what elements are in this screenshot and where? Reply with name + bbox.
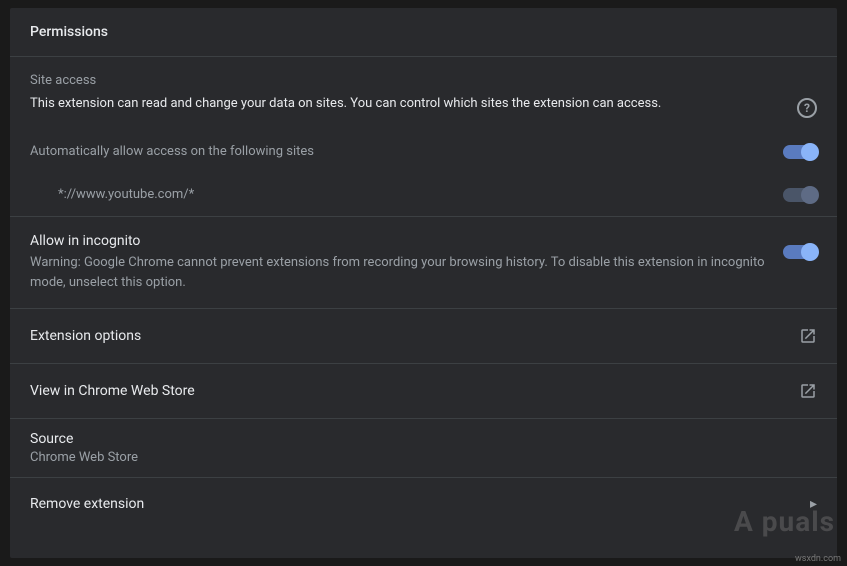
- site-access-description: This extension can read and change your …: [30, 94, 785, 114]
- help-icon[interactable]: ?: [797, 98, 817, 118]
- site-access-title: Site access: [30, 73, 817, 88]
- source-section: Source Chrome Web Store: [10, 419, 837, 477]
- remove-extension-row[interactable]: Remove extension ▸: [10, 478, 837, 530]
- permissions-title: Permissions: [30, 24, 108, 40]
- site-access-section: Site access This extension can read and …: [10, 57, 837, 130]
- site-pattern-toggle[interactable]: [783, 188, 817, 202]
- auto-allow-label: Automatically allow access on the follow…: [30, 144, 771, 159]
- site-pattern-label: *://www.youtube.com/*: [58, 187, 771, 202]
- permissions-header: Permissions: [10, 8, 837, 57]
- incognito-title: Allow in incognito: [30, 233, 767, 249]
- source-value: Chrome Web Store: [30, 450, 817, 465]
- auto-allow-toggle[interactable]: [783, 145, 817, 159]
- outer-frame: Permissions Site access This extension c…: [0, 0, 847, 566]
- remove-extension-label: Remove extension: [30, 496, 144, 512]
- open-external-icon: [799, 382, 817, 400]
- site-access-desc-row: This extension can read and change your …: [30, 94, 817, 118]
- extension-options-label: Extension options: [30, 328, 141, 344]
- incognito-text: Allow in incognito Warning: Google Chrom…: [30, 233, 767, 292]
- web-store-row[interactable]: View in Chrome Web Store: [10, 364, 837, 418]
- incognito-toggle[interactable]: [783, 245, 817, 259]
- chevron-right-icon: ▸: [810, 496, 817, 512]
- source-label: Source: [30, 431, 817, 447]
- auto-allow-row: Automatically allow access on the follow…: [10, 130, 837, 173]
- incognito-warning: Warning: Google Chrome cannot prevent ex…: [30, 253, 767, 292]
- extension-settings-panel: Permissions Site access This extension c…: [10, 8, 837, 558]
- site-pattern-row: *://www.youtube.com/*: [10, 173, 837, 216]
- web-store-label: View in Chrome Web Store: [30, 383, 195, 399]
- incognito-section: Allow in incognito Warning: Google Chrom…: [10, 217, 837, 308]
- open-external-icon: [799, 327, 817, 345]
- extension-options-row[interactable]: Extension options: [10, 309, 837, 363]
